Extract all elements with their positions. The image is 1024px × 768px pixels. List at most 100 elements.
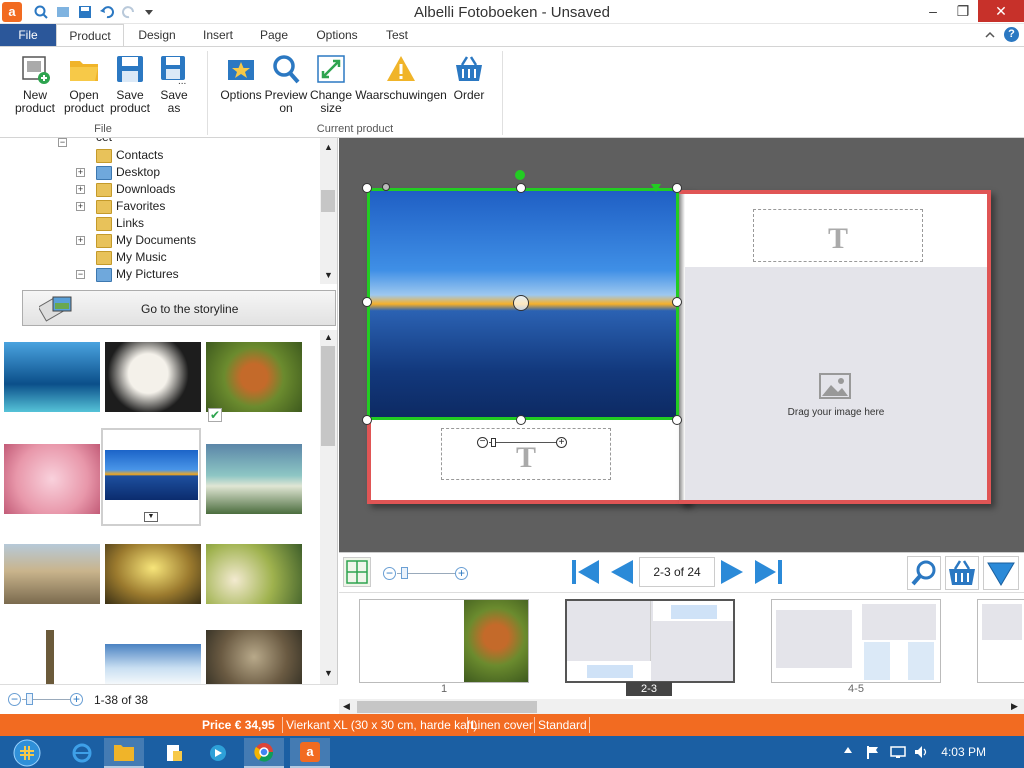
action-center-flag-icon[interactable] <box>866 745 880 762</box>
image-drop-zone[interactable]: Drag your image here <box>685 267 987 500</box>
scroll-right-icon[interactable]: ▶ <box>1011 701 1018 712</box>
resize-handle-bottom[interactable] <box>516 415 526 425</box>
scroll-down-icon[interactable]: ▼ <box>324 270 333 280</box>
text-size-thumb[interactable] <box>491 438 496 447</box>
resize-handle-top[interactable] <box>516 183 526 193</box>
save-as-button[interactable]: ... Save as <box>154 53 194 115</box>
scroll-thumb[interactable] <box>321 190 335 212</box>
scroll-thumb[interactable] <box>357 701 537 713</box>
options-button[interactable]: Options <box>218 53 264 102</box>
tree-collapse-icon[interactable]: − <box>58 138 67 147</box>
first-page-button[interactable] <box>569 557 601 587</box>
tab-options[interactable]: Options <box>306 24 368 46</box>
spread-4-5[interactable] <box>771 599 941 683</box>
photo-partial[interactable] <box>46 630 54 684</box>
tab-insert[interactable]: Insert <box>192 24 244 46</box>
photo-fox[interactable] <box>206 342 302 412</box>
resize-handle-bottom-left[interactable] <box>362 415 372 425</box>
canvas-zoom-in-icon[interactable]: + <box>455 567 468 580</box>
paper-label[interactable]: Standard <box>538 718 587 732</box>
order-button[interactable]: Order <box>448 53 490 102</box>
tab-product[interactable]: Product <box>56 24 124 46</box>
scroll-thumb[interactable] <box>321 346 335 446</box>
tree-expand-icon[interactable]: + <box>76 202 85 211</box>
resize-handle-bottom-right[interactable] <box>672 415 682 425</box>
photo-snow[interactable] <box>105 644 201 684</box>
tree-item-favorites[interactable]: Favorites <box>96 198 165 215</box>
tab-test[interactable]: Test <box>378 24 416 46</box>
photo-forest[interactable] <box>206 544 302 604</box>
clock[interactable]: 4:03 PM <box>941 745 986 759</box>
tree-item-desktop[interactable]: Desktop <box>96 164 160 181</box>
tree-scrollbar[interactable]: ▲ ▼ <box>320 138 337 284</box>
next-page-button[interactable] <box>717 557 749 587</box>
photo-dolphins[interactable] <box>4 342 100 412</box>
text-zoom-in-icon[interactable]: + <box>556 437 567 448</box>
tree-expand-icon[interactable]: + <box>76 236 85 245</box>
taskbar-ie[interactable] <box>62 738 102 768</box>
canvas-zoom-thumb[interactable] <box>401 567 408 579</box>
photo-sunset-selected[interactable]: ▼ <box>101 428 201 526</box>
tray-expand-icon[interactable] <box>844 747 852 753</box>
taskbar-app[interactable] <box>154 738 194 768</box>
text-box-right[interactable]: T <box>753 209 923 262</box>
resize-handle[interactable] <box>382 183 390 191</box>
volume-icon[interactable] <box>914 745 930 762</box>
help-icon[interactable]: ? <box>1004 27 1019 42</box>
go-to-storyline-button[interactable]: Go to the storyline <box>22 290 336 326</box>
taskbar-albelli[interactable]: a <box>290 738 330 768</box>
zoom-out-icon[interactable]: − <box>8 693 21 706</box>
change-size-button[interactable]: Change size <box>308 53 354 115</box>
collapse-ribbon-icon[interactable] <box>984 29 996 44</box>
spread-1[interactable] <box>359 599 529 683</box>
warnings-button[interactable]: Waarschuwingen <box>354 53 448 102</box>
start-button[interactable] <box>6 738 48 768</box>
resize-handle-left[interactable] <box>362 297 372 307</box>
canvas-zoom-out-icon[interactable]: − <box>383 567 396 580</box>
resize-handle-right[interactable] <box>672 297 682 307</box>
previous-page-button[interactable] <box>605 557 637 587</box>
tree-item-downloads[interactable]: Downloads <box>96 181 175 198</box>
tab-design[interactable]: Design <box>130 24 184 46</box>
taskbar-media[interactable] <box>198 738 238 768</box>
page-layout-button[interactable] <box>343 557 371 587</box>
resize-handle-top-left[interactable] <box>362 183 372 193</box>
text-zoom-out-icon[interactable]: − <box>477 437 488 448</box>
preview-search-button[interactable] <box>907 556 941 590</box>
text-size-slider[interactable] <box>489 442 557 443</box>
tree-item-links[interactable]: Links <box>96 215 144 232</box>
preview-button[interactable]: Preview on <box>264 53 308 115</box>
strip-scrollbar[interactable]: ◀ ▶ <box>339 699 1024 715</box>
order-basket-button[interactable] <box>945 556 979 590</box>
last-page-button[interactable] <box>753 557 785 587</box>
zoom-in-icon[interactable]: + <box>70 693 83 706</box>
photo-city[interactable] <box>4 544 100 604</box>
tree-item-contacts[interactable]: Contacts <box>96 147 163 164</box>
minimize-button[interactable]: – <box>918 0 948 22</box>
chevron-down-icon[interactable]: ▼ <box>144 512 158 522</box>
photo-river[interactable] <box>206 444 302 514</box>
tree-item-my-documents[interactable]: My Documents <box>96 232 196 249</box>
spread-2-3[interactable] <box>565 599 735 683</box>
move-handle-icon[interactable] <box>513 295 529 311</box>
scroll-up-icon[interactable]: ▲ <box>324 142 333 152</box>
tree-item-my-pictures[interactable]: My Pictures <box>96 266 179 283</box>
tab-page[interactable]: Page <box>252 24 296 46</box>
rotate-handle[interactable] <box>515 170 525 180</box>
photo-birds[interactable] <box>206 630 302 684</box>
tree-expand-icon[interactable]: + <box>76 168 85 177</box>
restore-button[interactable]: ❐ <box>948 0 978 22</box>
open-product-button[interactable]: Open product <box>60 53 108 115</box>
tree-collapse-icon[interactable]: − <box>76 270 85 279</box>
photo-scrollbar[interactable]: ▲ ▼ <box>320 330 337 684</box>
tree-item-partial[interactable]: cet <box>96 138 112 144</box>
resize-handle-top-right[interactable] <box>672 183 682 193</box>
cover-label[interactable]: Linen cover <box>471 718 533 732</box>
photo-blossoms[interactable] <box>4 444 100 514</box>
taskbar-chrome[interactable] <box>244 738 284 768</box>
scroll-up-icon[interactable]: ▲ <box>324 332 333 342</box>
network-icon[interactable] <box>890 745 906 762</box>
save-product-button[interactable]: Save product <box>106 53 154 115</box>
zoom-slider-thumb[interactable] <box>26 693 33 705</box>
tree-expand-icon[interactable]: + <box>76 185 85 194</box>
